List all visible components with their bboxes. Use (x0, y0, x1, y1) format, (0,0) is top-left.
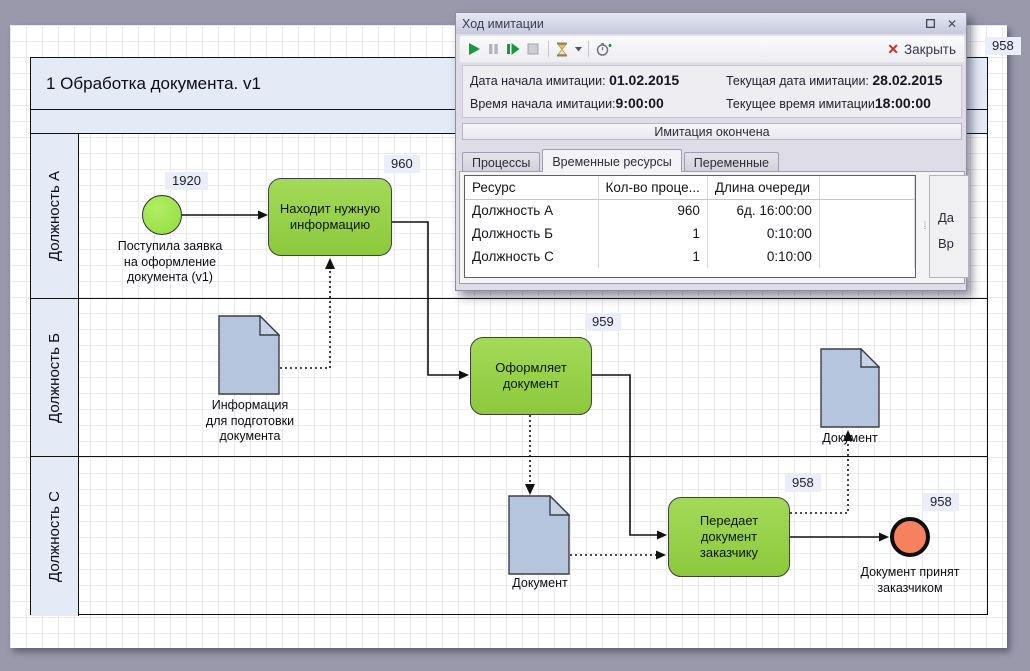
start-date: Дата начала имитации: 01.02.2015 (470, 72, 726, 88)
document-lane-b-icon[interactable] (820, 348, 880, 428)
clipped-side-panel: Да Вр (929, 175, 969, 278)
document-info-icon[interactable] (218, 315, 280, 395)
close-simulation-button[interactable]: ✕ Закрыть (887, 41, 956, 58)
lane-c-header[interactable]: Должность С (31, 457, 79, 616)
tab-content-panel: Ресурс Кол-во проце... Длина очереди Дол… (459, 171, 965, 284)
simulation-info-panel: Дата начала имитации: 01.02.2015 Текущая… (462, 65, 962, 118)
end-event-label: Документ принят заказчиком (840, 565, 980, 596)
end-event[interactable] (890, 517, 930, 557)
document-lane-b-label: Документ (805, 431, 895, 447)
col-process-count[interactable]: Кол-во проце... (598, 176, 707, 199)
pause-icon[interactable] (488, 41, 499, 57)
start-event-badge: 1920 (165, 172, 208, 190)
close-button-label: Закрыть (904, 42, 956, 57)
lane-c-label: Должность С (46, 491, 63, 582)
current-date: Текущая дата имитации: 28.02.2015 (726, 72, 961, 88)
task-find-info-badge: 960 (384, 155, 420, 173)
table-row[interactable]: Должность А 960 6д. 16:00:00 (465, 199, 915, 222)
lane-a-label: Должность А (46, 171, 63, 261)
floating-queue-badge: 958 (985, 37, 1021, 55)
step-icon[interactable] (506, 41, 520, 57)
play-icon[interactable] (468, 41, 481, 57)
current-time: Текущее время имитации18:00:00 (726, 95, 961, 111)
task-deliver-doc-badge: 958 (785, 474, 821, 492)
col-resource[interactable]: Ресурс (465, 176, 598, 199)
task-find-info[interactable]: Находит нужную информацию (268, 178, 392, 256)
dialog-toolbar: ✕ Закрыть (459, 35, 965, 63)
side-panel-label-2: Вр (938, 236, 954, 251)
lane-b-label: Должность Б (46, 333, 63, 423)
document-lane-c-label: Документ (490, 576, 590, 592)
toolbar-separator-2 (588, 41, 589, 57)
start-time: Время начала имитации:9:00:00 (470, 95, 726, 111)
maximize-icon[interactable] (922, 17, 938, 31)
tab-temporary-resources[interactable]: Временные ресурсы (542, 149, 681, 172)
stop-icon[interactable] (527, 41, 539, 57)
toolbar-separator (548, 41, 549, 57)
resources-table[interactable]: Ресурс Кол-во проце... Длина очереди Дол… (464, 175, 916, 278)
lane-b-header[interactable]: Должность Б (31, 299, 79, 456)
panel-splitter[interactable]: ⁞ (920, 175, 929, 278)
document-info-label: Информация для подготовки документа (170, 398, 330, 445)
table-row[interactable]: Должность Б 1 0:10:00 (465, 222, 915, 245)
add-timer-icon[interactable] (596, 41, 612, 57)
dialog-title: Ход имитации (462, 17, 544, 31)
col-queue-length[interactable]: Длина очереди (707, 176, 819, 199)
dialog-tabs: Процессы Временные ресурсы Переменные (462, 149, 781, 172)
end-event-badge: 958 (923, 493, 959, 511)
side-panel-label-1: Да (938, 210, 954, 225)
simulation-dialog[interactable]: Ход имитации ✕ ✕ Закр (455, 12, 967, 291)
dialog-titlebar[interactable]: Ход имитации ✕ (456, 13, 966, 34)
document-lane-c-icon[interactable] (508, 495, 570, 575)
task-deliver-doc[interactable]: Передает документ заказчику (668, 497, 790, 577)
close-icon[interactable]: ✕ (944, 17, 960, 31)
simulation-status-bar: Имитация окончена (462, 123, 962, 140)
task-prepare-doc-badge: 959 (585, 313, 621, 331)
hourglass-icon[interactable] (556, 41, 568, 57)
start-event-label: Поступила заявка на оформление документа… (90, 239, 250, 286)
table-header-row: Ресурс Кол-во проце... Длина очереди (465, 176, 915, 199)
task-prepare-doc[interactable]: Оформляет документ (470, 337, 592, 415)
tab-processes[interactable]: Процессы (462, 152, 540, 172)
start-event[interactable] (142, 195, 182, 235)
table-row[interactable]: Должность С 1 0:10:00 (465, 245, 915, 268)
tab-variables[interactable]: Переменные (684, 152, 779, 172)
lane-a-header[interactable]: Должность А (31, 134, 79, 298)
close-x-icon: ✕ (887, 41, 899, 58)
dropdown-caret-icon[interactable] (575, 41, 582, 57)
